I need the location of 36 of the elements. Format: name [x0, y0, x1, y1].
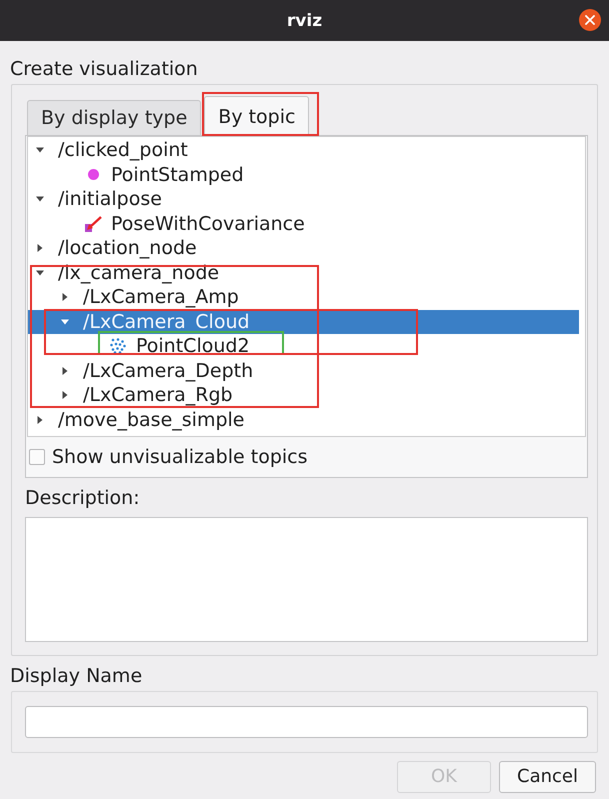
checkbox-label[interactable]: Show unvisualizable topics: [52, 446, 308, 468]
dialog-button[interactable]: Cancel: [499, 761, 596, 793]
tree-item[interactable]: PoseWithCovariance: [28, 212, 579, 236]
description-label: Description:: [25, 487, 140, 509]
tree-item[interactable]: /clicked_point: [28, 138, 579, 162]
caret-icon[interactable]: [61, 391, 69, 400]
close-button[interactable]: [579, 9, 601, 31]
section-heading: Create visualization: [10, 58, 198, 80]
tab[interactable]: By topic: [204, 96, 310, 136]
close-icon: [585, 15, 595, 25]
tree-item[interactable]: /LxCamera_Cloud: [28, 310, 579, 334]
tree-item[interactable]: /move_base_simple: [28, 408, 579, 432]
input-field[interactable]: [25, 706, 588, 738]
tree-item[interactable]: /LxCamera_Depth: [28, 358, 579, 383]
scattered-dots-icon: [110, 338, 126, 354]
caret-icon[interactable]: [61, 318, 69, 326]
display-name-label: Display Name: [10, 665, 142, 687]
caret-icon[interactable]: [36, 146, 44, 154]
caret-icon[interactable]: [61, 366, 69, 375]
checkbox[interactable]: [29, 449, 45, 465]
tree-item[interactable]: /location_node: [28, 236, 579, 260]
tree-item[interactable]: /LxCamera_Amp: [28, 285, 579, 310]
caret-icon[interactable]: [61, 293, 69, 302]
window-title: rviz: [286, 10, 322, 30]
tree-item[interactable]: /lx_camera_node: [28, 260, 579, 285]
tab[interactable]: By display type: [27, 100, 202, 135]
caret-icon[interactable]: [36, 268, 44, 277]
tree-item[interactable]: /LxCamera_Rgb: [28, 383, 579, 408]
caret-icon[interactable]: [36, 416, 44, 424]
caret-icon[interactable]: [36, 244, 44, 252]
tree-item[interactable]: PointCloud2: [28, 334, 579, 358]
dot-icon: [88, 169, 99, 180]
tree-item[interactable]: PointStamped: [28, 162, 579, 187]
arrow-icon: [85, 215, 102, 232]
caret-icon[interactable]: [36, 195, 44, 204]
tree-item[interactable]: /initialpose: [28, 187, 579, 212]
